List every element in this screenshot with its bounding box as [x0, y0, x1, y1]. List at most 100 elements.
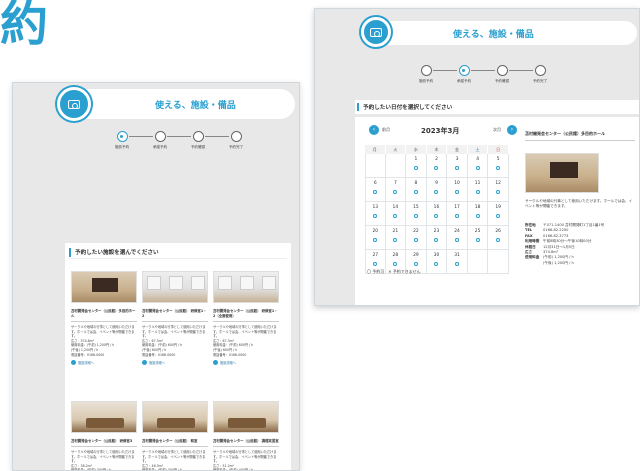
- facility-detail-link[interactable]: 施設詳細へ: [71, 360, 137, 366]
- available-circle-icon: [393, 214, 398, 218]
- step-label: 施設予約: [114, 145, 130, 149]
- facility-detail-link-label[interactable]: 施設詳細へ: [220, 360, 236, 365]
- step-connector: [167, 136, 191, 137]
- calendar-weekday: 日: [488, 145, 509, 154]
- next-month-button[interactable]: ›: [507, 125, 517, 135]
- calendar-day-number: 5: [496, 157, 500, 162]
- available-circle-icon: [475, 238, 480, 242]
- calendar-day[interactable]: 31: [447, 250, 468, 274]
- calendar-day[interactable]: 5: [488, 154, 509, 178]
- step-connector: [509, 70, 533, 71]
- calendar-day[interactable]: 21: [385, 226, 407, 250]
- facility-card[interactable]: 苫村開発会センター（公民館） 研修室1・2（全面使用） サークルや地域の行事として…: [213, 271, 279, 366]
- calendar-day[interactable]: 11: [467, 178, 489, 202]
- facility-info-line: 電話番号：0166-0000: [142, 352, 176, 357]
- available-circle-icon: [413, 238, 418, 242]
- facility-photo[interactable]: [71, 401, 137, 433]
- facility-card[interactable]: 苫村開発会センター（公民館） 和室 サークルや地域の行事として使用いただけます。ホ…: [142, 401, 208, 470]
- available-circle-icon: [434, 190, 439, 194]
- calendar-day[interactable]: 23: [426, 226, 448, 250]
- facility-detail-link-label[interactable]: 施設詳細へ: [78, 360, 94, 365]
- calendar-day[interactable]: 3: [447, 154, 468, 178]
- step-4: 予約完了: [229, 131, 243, 150]
- calendar-day-number: 25: [474, 229, 481, 234]
- calendar-day[interactable]: 19: [488, 202, 509, 226]
- step-label: 施設予約: [418, 79, 434, 83]
- calendar-day[interactable]: 10: [447, 178, 468, 202]
- calendar-weekday: 金: [447, 145, 468, 154]
- available-circle-icon: [434, 214, 439, 218]
- calendar-day[interactable]: 13: [365, 202, 386, 226]
- available-circle-icon: [413, 166, 418, 170]
- calendar-day-number: 11: [474, 181, 481, 186]
- calendar-day[interactable]: 9: [426, 178, 448, 202]
- facility-card[interactable]: 苫村開発会センター（公民館） 調理実習室 サークルや地域の行事として使用いただけま…: [213, 401, 279, 470]
- camera-icon: [57, 87, 91, 121]
- calendar-day[interactable]: 17: [447, 202, 468, 226]
- calendar-day[interactable]: 6: [365, 178, 386, 202]
- prev-month-label[interactable]: 前月: [382, 127, 390, 133]
- facility-detail-link[interactable]: 施設詳細へ: [142, 360, 208, 366]
- calendar-day[interactable]: 15: [406, 202, 427, 226]
- info-value: (午後) 1,200円 / h: [543, 260, 574, 265]
- calendar-day[interactable]: 7: [385, 178, 407, 202]
- available-circle-icon: [496, 238, 501, 242]
- facility-detail: 苫村開発会センター（公民館）多目的ホール サークルや地域の行事として使用いただけ…: [525, 131, 635, 265]
- facility-photo[interactable]: [142, 401, 208, 433]
- calendar-day-number: 8: [414, 181, 418, 186]
- facility-detail-link-label[interactable]: 施設詳細へ: [149, 360, 165, 365]
- step-1: 施設予約: [419, 65, 433, 84]
- available-circle-icon: [496, 190, 501, 194]
- available-circle-icon: [413, 190, 418, 194]
- calendar-day-number: 4: [476, 157, 479, 162]
- next-month-label[interactable]: 次月: [493, 127, 501, 133]
- facility-name: 苫村開発会センター（公民館）多目的ホール: [71, 309, 137, 322]
- calendar-day[interactable]: 24: [447, 226, 468, 250]
- calendar-day-number: 12: [495, 181, 501, 186]
- camera-icon: [361, 17, 391, 47]
- calendar-day[interactable]: 22: [406, 226, 427, 250]
- calendar-day-number: 3: [455, 157, 459, 162]
- calendar-day-number: 20: [372, 229, 379, 234]
- available-circle-icon: [373, 262, 378, 266]
- step-label: 予約完了: [532, 79, 548, 83]
- calendar-day[interactable]: 18: [467, 202, 489, 226]
- calendar-day[interactable]: 1: [406, 154, 427, 178]
- calendar-day-number: 9: [435, 181, 438, 186]
- calendar-day[interactable]: 14: [385, 202, 407, 226]
- facility-detail-link[interactable]: 施設詳細へ: [213, 360, 279, 366]
- calendar-weekday: 土: [467, 145, 489, 154]
- calendar-day[interactable]: 8: [406, 178, 427, 202]
- calendar-day-number: 1: [414, 157, 418, 162]
- facility-card[interactable]: 苫村開発会センター（公民館） 研修室3 サークルや地域の行事として使用いただけます…: [71, 401, 137, 470]
- calendar-day[interactable]: 4: [467, 154, 489, 178]
- calendar-panel: ‹ 前月 2023年3月 次月 › 月火水木金土日 1 2 3 4 5 6 7 8 9 10 11 12…: [355, 117, 639, 305]
- heading-character: 約: [0, 0, 49, 52]
- facility-photo[interactable]: [142, 271, 208, 303]
- calendar-day[interactable]: 20: [365, 226, 386, 250]
- step-label: 承諾予約: [152, 145, 168, 149]
- calendar-day[interactable]: 25: [467, 226, 489, 250]
- calendar-day[interactable]: 26: [488, 226, 509, 250]
- calendar-day[interactable]: 16: [426, 202, 448, 226]
- calendar-day[interactable]: 12: [488, 178, 509, 202]
- facility-photo[interactable]: [213, 401, 279, 433]
- step-connector: [433, 70, 457, 71]
- calendar-day-number: 27: [372, 253, 379, 258]
- calendar-day[interactable]: 2: [426, 154, 448, 178]
- step-label: 予約確認: [190, 145, 206, 149]
- facility-card[interactable]: 苫村開発会センター（公民館） 研修室1・2 サークルや地域の行事として使用いただけ…: [142, 271, 208, 366]
- available-circle-icon: [496, 214, 501, 218]
- info-key: [525, 261, 543, 266]
- calendar-day-number: 23: [433, 229, 440, 234]
- available-circle-icon: [434, 166, 439, 170]
- facility-photo[interactable]: [71, 271, 137, 303]
- arrow-circle-icon: [71, 360, 76, 366]
- prev-month-button[interactable]: ‹: [369, 125, 379, 135]
- available-circle-icon: [413, 262, 418, 266]
- facility-photo[interactable]: [213, 271, 279, 303]
- step-circle-icon: [230, 131, 242, 142]
- facility-card[interactable]: 苫村開発会センター（公民館）多目的ホール サークルや地域の行事として使用いただけま…: [71, 271, 137, 366]
- calendar-day[interactable]: 30: [426, 250, 448, 274]
- step-label: 予約確認: [494, 79, 510, 83]
